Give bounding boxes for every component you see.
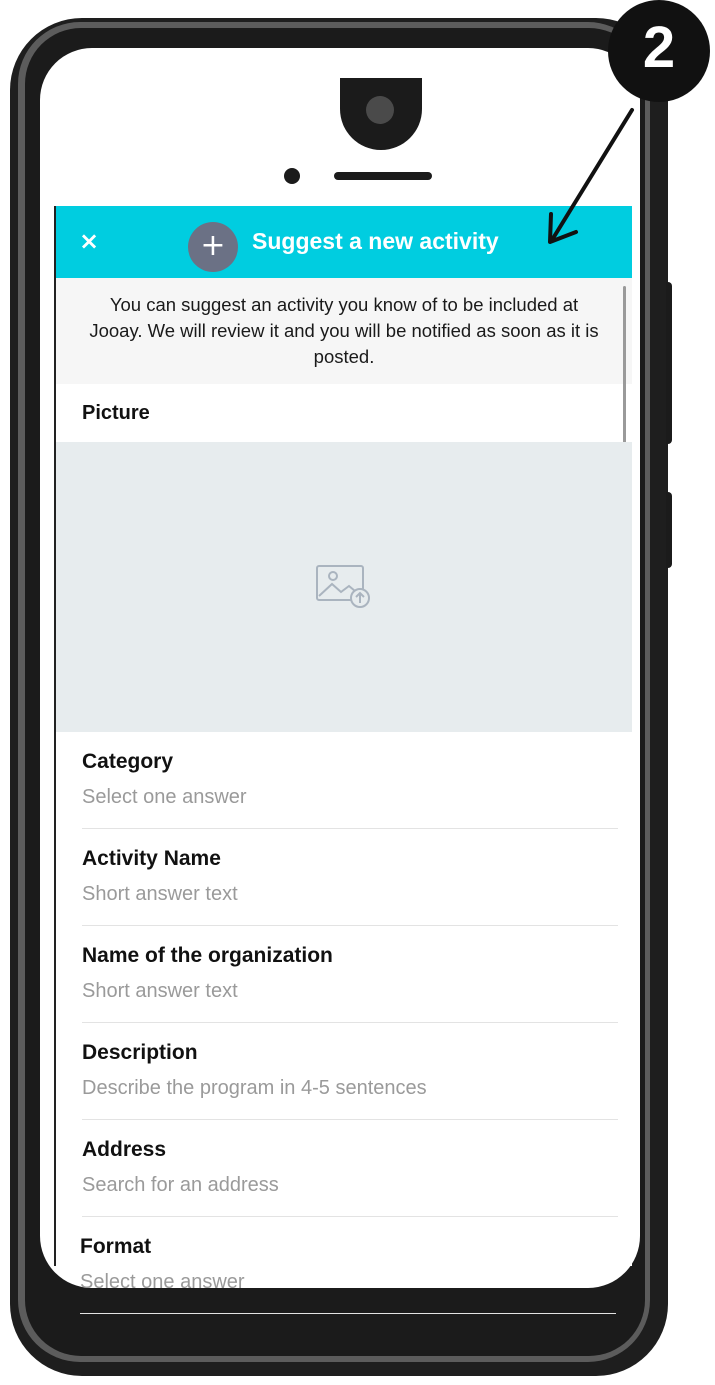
field-placeholder: Search for an address	[82, 1174, 279, 1196]
field-placeholder: Describe the program in 4-5 sentences	[82, 1077, 427, 1099]
field-label: Activity Name	[82, 847, 221, 870]
image-upload-icon	[316, 565, 370, 608]
step-number: 2	[642, 15, 676, 80]
field-label: Category	[82, 750, 174, 773]
field-placeholder: Short answer text	[82, 883, 238, 905]
field-label: Address	[82, 1138, 167, 1161]
description-field[interactable]: Description Describe the program in 4-5 …	[82, 1023, 618, 1120]
suggest-activity-screen: × + Suggest a new activity You can sugge…	[54, 206, 632, 1266]
phone-power-button	[666, 492, 672, 568]
address-field[interactable]: Address Search for an address	[82, 1120, 618, 1217]
picture-label: Picture	[82, 402, 150, 424]
format-field[interactable]: Format Select one answer	[80, 1217, 616, 1314]
picture-upload-area[interactable]	[56, 442, 632, 732]
step-badge: 2	[608, 0, 710, 102]
activity-name-field[interactable]: Activity Name Short answer text	[82, 829, 618, 926]
field-placeholder: Short answer text	[82, 980, 238, 1002]
field-label: Description	[82, 1041, 198, 1064]
organization-name-field[interactable]: Name of the organization Short answer te…	[82, 926, 618, 1023]
phone-volume-button	[666, 282, 672, 444]
field-label: Format	[80, 1235, 152, 1258]
field-label: Name of the organization	[82, 944, 333, 967]
field-placeholder: Select one answer	[80, 1271, 245, 1293]
field-placeholder: Select one answer	[82, 786, 247, 808]
intro-text: You can suggest an activity you know of …	[89, 294, 599, 367]
category-field[interactable]: Category Select one answer	[82, 732, 618, 829]
